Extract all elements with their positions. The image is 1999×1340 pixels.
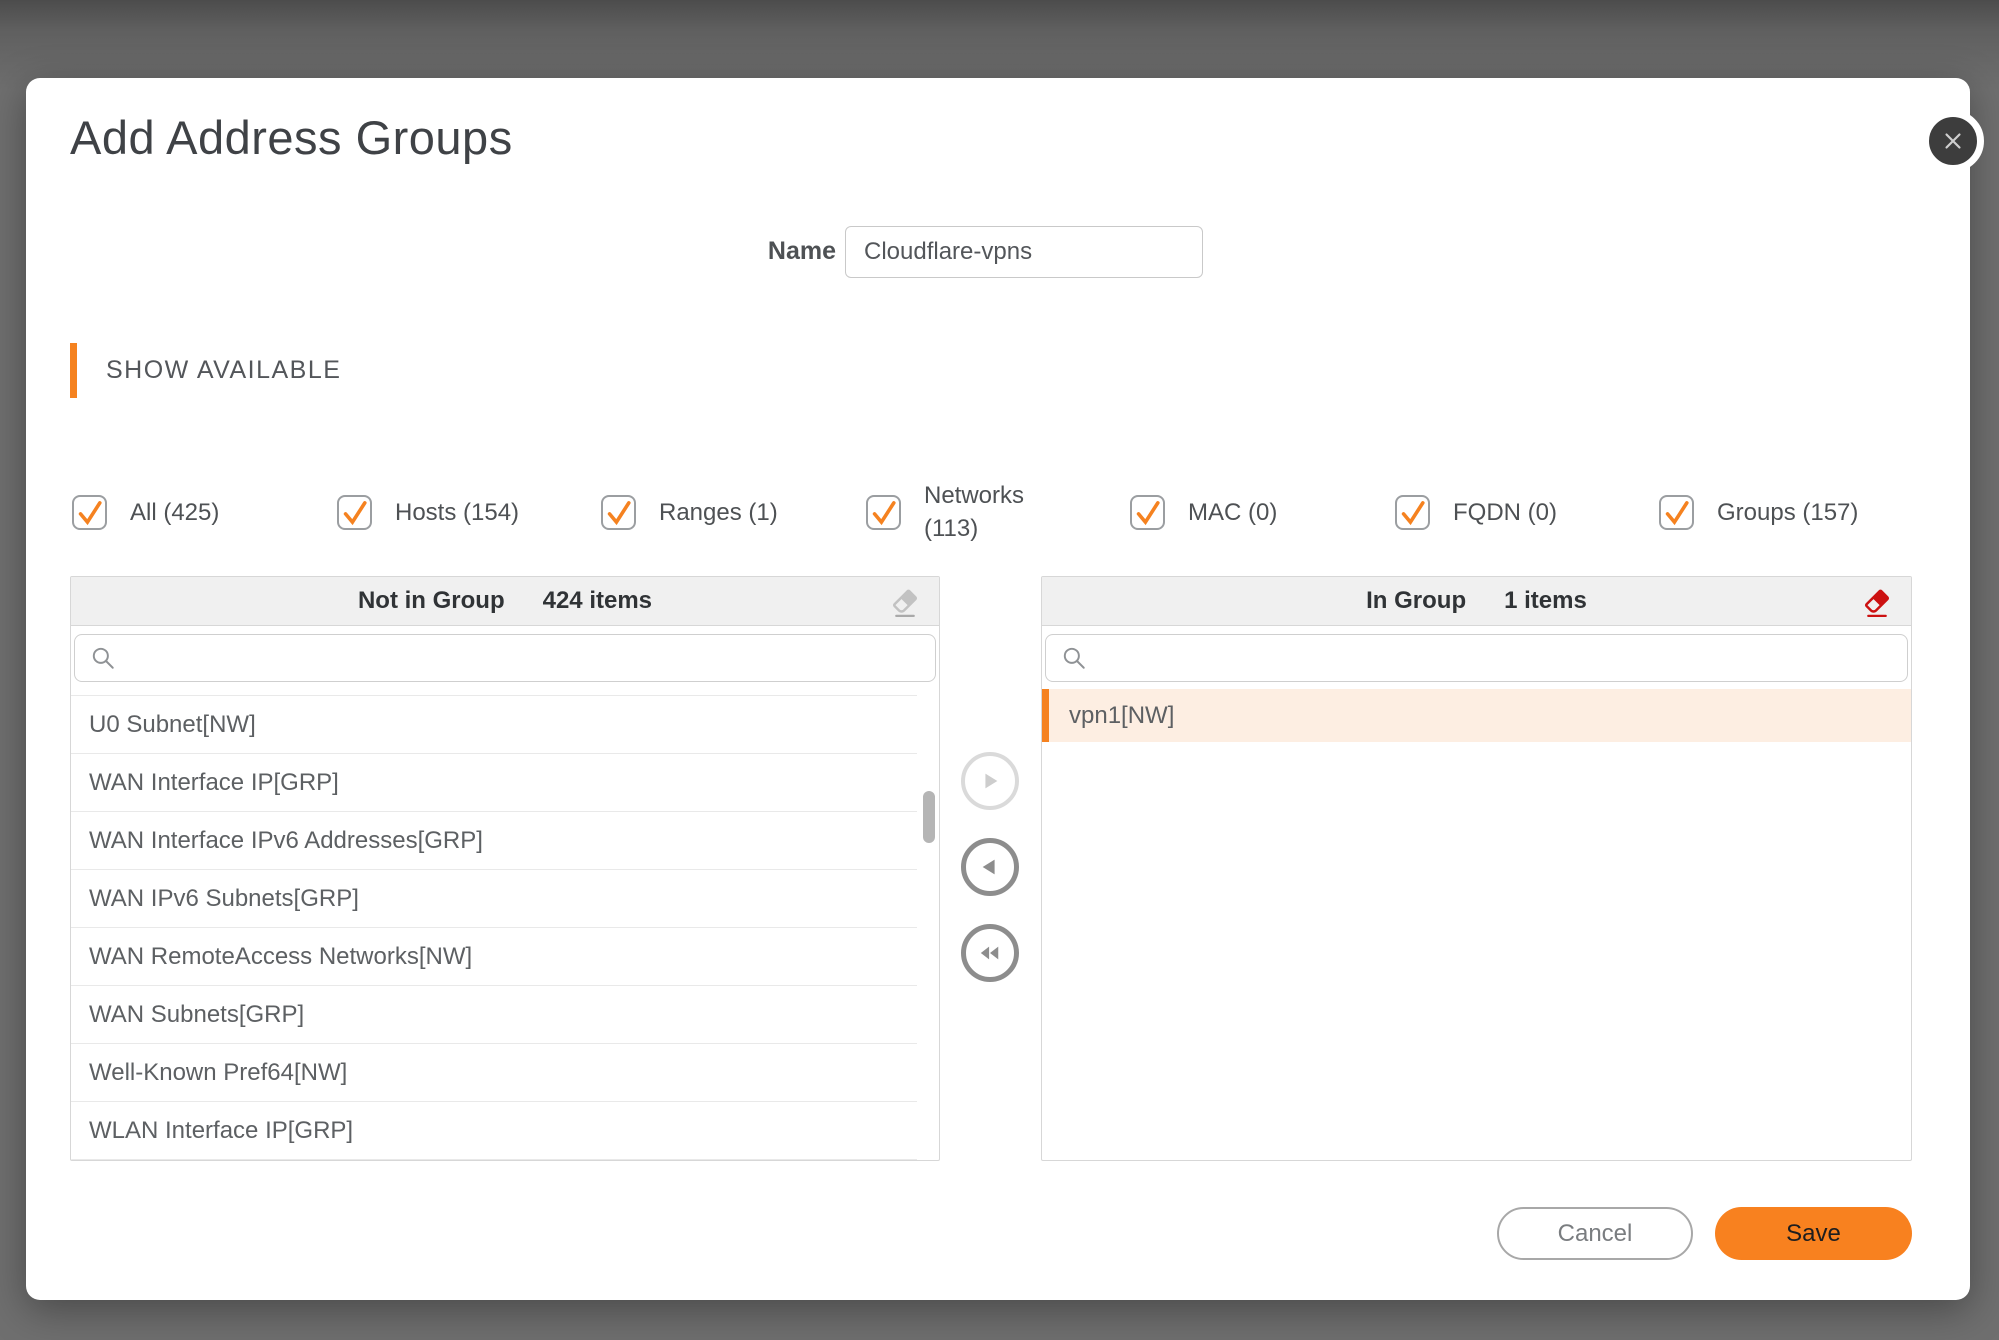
clear-selection-button[interactable] <box>887 584 923 620</box>
close-button[interactable] <box>1922 110 1984 172</box>
arrow-right-icon <box>985 773 998 789</box>
list-item[interactable]: WAN RemoteAccess Networks[NW] <box>71 928 917 986</box>
cancel-button[interactable]: Cancel <box>1497 1207 1693 1260</box>
checkbox-checked[interactable] <box>337 494 372 530</box>
double-arrow-left-icon <box>980 946 999 960</box>
filter-label: Groups (157) <box>1717 498 1859 526</box>
close-icon <box>1945 133 1961 149</box>
name-input[interactable] <box>845 226 1203 278</box>
scrollbar-thumb[interactable] <box>923 791 935 843</box>
checkbox-checked[interactable] <box>1395 494 1430 530</box>
check-icon <box>78 500 102 525</box>
filter-label: FQDN (0) <box>1453 498 1557 526</box>
filter-ranges[interactable]: Ranges (1) <box>601 476 778 548</box>
section-accent-bar <box>70 343 77 398</box>
eraser-icon <box>1864 589 1890 618</box>
check-icon <box>1136 500 1160 525</box>
dialog-title: Add Address Groups <box>70 111 513 164</box>
scrolled-row-remnant <box>71 682 917 696</box>
check-icon <box>1665 500 1689 525</box>
list-item[interactable]: WAN Interface IP[GRP] <box>71 754 917 812</box>
name-label: Name <box>767 237 836 265</box>
name-field-row: Name <box>26 226 1970 278</box>
checkbox-checked[interactable] <box>1130 494 1165 530</box>
list-item[interactable]: U0 Subnet[NW] <box>71 696 917 754</box>
filter-label: Ranges (1) <box>659 498 778 526</box>
panel-item-count: 424 items <box>542 587 653 614</box>
checkbox-checked[interactable] <box>866 494 901 530</box>
screen-overlay: Add Address Groups Name SHOW AVAILABLE A… <box>0 0 1999 1340</box>
not-in-group-search <box>74 634 936 682</box>
move-all-left-button[interactable] <box>961 924 1019 982</box>
panel-item-count: 1 items <box>1504 587 1587 614</box>
in-group-panel: In Group 1 items vpn1[NW] <box>1041 576 1912 1161</box>
move-right-button[interactable] <box>961 752 1019 810</box>
filter-groups[interactable]: Groups (157) <box>1659 476 1858 548</box>
checkbox-checked[interactable] <box>72 494 107 530</box>
not-in-group-list: U0 Subnet[NW] WAN Interface IP[GRP] WAN … <box>71 682 939 1160</box>
filter-label: Networks (113) <box>924 482 1025 542</box>
check-icon <box>1401 500 1425 525</box>
check-icon <box>872 500 896 525</box>
panel-title: Not in Group <box>357 587 505 614</box>
list-item[interactable]: WAN IPv6 Subnets[GRP] <box>71 870 917 928</box>
clear-selection-button-active[interactable] <box>1859 584 1895 620</box>
checkbox-checked[interactable] <box>601 494 636 530</box>
list-item[interactable]: Well-Known Pref64[NW] <box>71 1044 917 1102</box>
filter-hosts[interactable]: Hosts (154) <box>337 476 519 548</box>
section-label: SHOW AVAILABLE <box>106 356 342 384</box>
not-in-group-panel: Not in Group 424 items U0 Subnet[NW] WAN… <box>70 576 940 1161</box>
list-item[interactable]: WAN Interface IPv6 Addresses[GRP] <box>71 812 917 870</box>
filter-label: MAC (0) <box>1188 498 1278 526</box>
list-item[interactable]: WAN Subnets[GRP] <box>71 986 917 1044</box>
search-icon <box>92 647 114 669</box>
in-group-search <box>1045 634 1908 682</box>
in-group-header: In Group 1 items <box>1042 577 1911 626</box>
arrow-left-icon <box>982 859 995 875</box>
search-icon <box>1063 647 1085 669</box>
list-item[interactable]: WLAN Interface IP[GRP] <box>71 1102 917 1160</box>
move-left-button[interactable] <box>961 838 1019 896</box>
show-available-section: SHOW AVAILABLE <box>70 343 341 398</box>
filter-fqdn[interactable]: FQDN (0) <box>1395 476 1557 548</box>
filter-label: All (425) <box>130 498 220 526</box>
not-in-group-header: Not in Group 424 items <box>71 577 939 626</box>
save-button[interactable]: Save <box>1715 1207 1912 1260</box>
check-icon <box>607 500 631 525</box>
search-input[interactable] <box>116 635 935 681</box>
filter-networks[interactable]: Networks (113) <box>866 476 1046 548</box>
type-filter-row: All (425) Hosts (154) Ranges (1) Network… <box>26 476 1970 548</box>
checkbox-checked[interactable] <box>1659 494 1694 530</box>
eraser-icon <box>892 589 918 618</box>
search-input[interactable] <box>1087 635 1907 681</box>
panel-title: In Group <box>1366 587 1467 614</box>
add-address-groups-dialog: Add Address Groups Name SHOW AVAILABLE A… <box>26 78 1984 1300</box>
filter-all[interactable]: All (425) <box>72 476 219 548</box>
in-group-item-selected[interactable]: vpn1[NW] <box>1042 689 1911 742</box>
filter-label: Hosts (154) <box>395 498 520 526</box>
filter-mac[interactable]: MAC (0) <box>1130 476 1277 548</box>
check-icon <box>343 500 367 525</box>
